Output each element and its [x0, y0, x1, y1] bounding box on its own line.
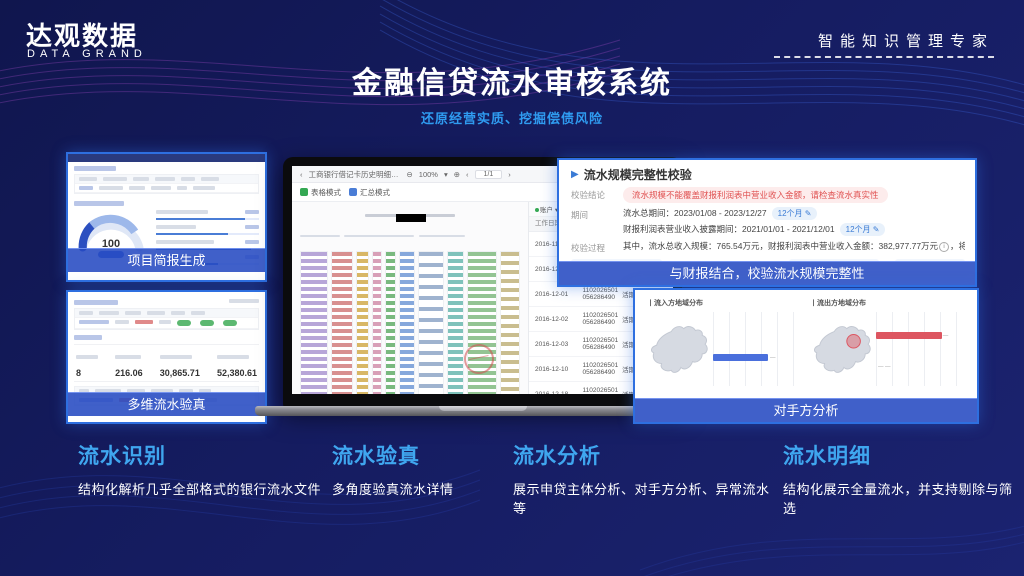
card-caption: 项目简报生成 — [68, 248, 265, 272]
inflow-bar — [713, 354, 768, 361]
mini-navbar — [68, 154, 265, 162]
inflow-geo-chart: 丨流入方地域分布 — — [643, 298, 806, 398]
zoom-level[interactable]: 100% — [419, 170, 438, 179]
next-page-icon[interactable]: › — [508, 170, 511, 179]
card-caption: 对手方分析 — [635, 398, 977, 422]
page-title: 金融信贷流水审核系统 — [0, 58, 1024, 102]
feature-title: 流水分析 — [513, 440, 777, 470]
card-caption: 多维流水验真 — [68, 392, 265, 416]
verify-stats: 8 216.06 30,865.71 52,380.61 — [74, 344, 259, 382]
summary-mode-icon — [349, 188, 357, 196]
table-mode-icon — [300, 188, 308, 196]
document-name: 工商银行借记卡历史明细清... — [309, 169, 401, 180]
page-indicator: 1/1 — [475, 170, 503, 179]
counterparty-card: 丨流入方地域分布 — 丨流出方地域分布 — [633, 288, 979, 424]
zoom-caret-icon[interactable]: ▾ — [444, 170, 448, 179]
stat-value: 8 — [76, 368, 98, 378]
conclusion-pill: 流水规模不能覆盖财报利润表中营业收入金额，请检查流水真实性 — [623, 187, 888, 203]
edit-icon: ✎ — [873, 225, 880, 234]
feature-analysis: 流水分析 展示申贷主体分析、对手方分析、异常流水等 — [513, 440, 777, 517]
redaction-box — [396, 214, 426, 222]
feature-recognition: 流水识别 结构化解析几乎全部格式的银行流水文件 — [78, 440, 328, 498]
feature-desc: 多角度验真流水详情 — [332, 479, 512, 498]
table-mode-button[interactable]: 表格模式 — [300, 187, 341, 198]
outflow-bar — [876, 332, 942, 339]
inflow-chart-title: 丨流入方地域分布 — [647, 298, 802, 308]
info-icon[interactable]: i — [939, 242, 949, 252]
feature-verify: 流水验真 多角度验真流水详情 — [332, 440, 512, 498]
page-subtitle: 还原经营实质、挖掘偿债风险 — [0, 108, 1024, 127]
outflow-geo-chart: 丨流出方地域分布 — — — — [806, 298, 969, 398]
zoom-out-icon[interactable]: ⊖ — [407, 170, 413, 179]
process-text: 其中，流水总收入规模：765.54万元，财报利润表中营业收入金额：382,977… — [623, 241, 938, 251]
mini-verify-table — [74, 308, 259, 330]
back-icon[interactable]: ‹ — [300, 170, 303, 179]
zoom-in-icon[interactable]: ⊕ — [454, 170, 460, 179]
period-line1: 流水总期间：2023/01/08 - 2023/12/27 — [623, 208, 767, 218]
brand-tagline: 智能知识管理专家 — [818, 30, 994, 51]
prev-page-icon[interactable]: ‹ — [466, 170, 469, 179]
screenshot-report-card: 100 项目简报生成 — [66, 152, 267, 282]
period-line2: 财报利润表营业收入披露期间：2021/01/01 - 2021/12/01 — [623, 224, 835, 234]
stat-value: 52,380.61 — [217, 368, 257, 378]
filter-account[interactable]: 账户 ▾ — [535, 204, 558, 214]
summary-mode-button[interactable]: 汇总模式 — [349, 187, 390, 198]
period-tag[interactable]: 12个月 ✎ — [772, 207, 818, 220]
conclusion-label: 校验结论 — [571, 187, 623, 201]
feature-title: 流水识别 — [78, 440, 328, 470]
edit-icon: ✎ — [805, 209, 812, 218]
china-map — [810, 321, 872, 377]
hotspot-marker — [847, 334, 861, 348]
feature-title: 流水验真 — [332, 440, 512, 470]
process-label: 校验过程 — [571, 240, 623, 254]
feature-desc: 结构化解析几乎全部格式的银行流水文件 — [78, 479, 328, 498]
feature-desc: 展示申贷主体分析、对手方分析、异常流水等 — [513, 479, 777, 517]
china-map — [647, 321, 709, 377]
table-mode-label: 表格模式 — [311, 187, 341, 198]
section-play-icon: ▶ — [571, 169, 579, 180]
feature-title: 流水明细 — [783, 440, 1013, 470]
feature-desc: 结构化展示全量流水，并支持剔除与筛选 — [783, 479, 1013, 517]
stat-value: 30,865.71 — [160, 368, 200, 378]
slide-background: 达观数据 DATA GRAND 智能知识管理专家 金融信贷流水审核系统 还原经营… — [0, 0, 1024, 576]
integrity-check-card: ▶ 流水规模完整性校验 校验结论 流水规模不能覆盖财报利润表中营业收入金额，请检… — [557, 158, 977, 287]
period-label: 期间 — [571, 207, 623, 221]
statement-columns — [300, 251, 520, 394]
feature-detail: 流水明细 结构化展示全量流水，并支持剔除与筛选 — [783, 440, 1013, 517]
outflow-chart-title: 丨流出方地域分布 — [810, 298, 965, 308]
scanned-statement — [292, 202, 528, 394]
screenshot-verify-card: 8 216.06 30,865.71 52,380.61 多维流水验真 — [66, 290, 267, 424]
stat-value: 216.06 — [115, 368, 143, 378]
process-text: ，将财报营业收入披露期间修改成于流水期间一致后： — [950, 241, 965, 251]
integrity-title: 流水规模完整性校验 — [584, 166, 692, 183]
card-caption: 与财报结合，校验流水规模完整性 — [559, 261, 975, 285]
period-tag[interactable]: 12个月 ✎ — [840, 223, 886, 236]
summary-mode-label: 汇总模式 — [360, 187, 390, 198]
laptop-notch — [439, 406, 527, 411]
mini-project-table — [74, 174, 259, 194]
